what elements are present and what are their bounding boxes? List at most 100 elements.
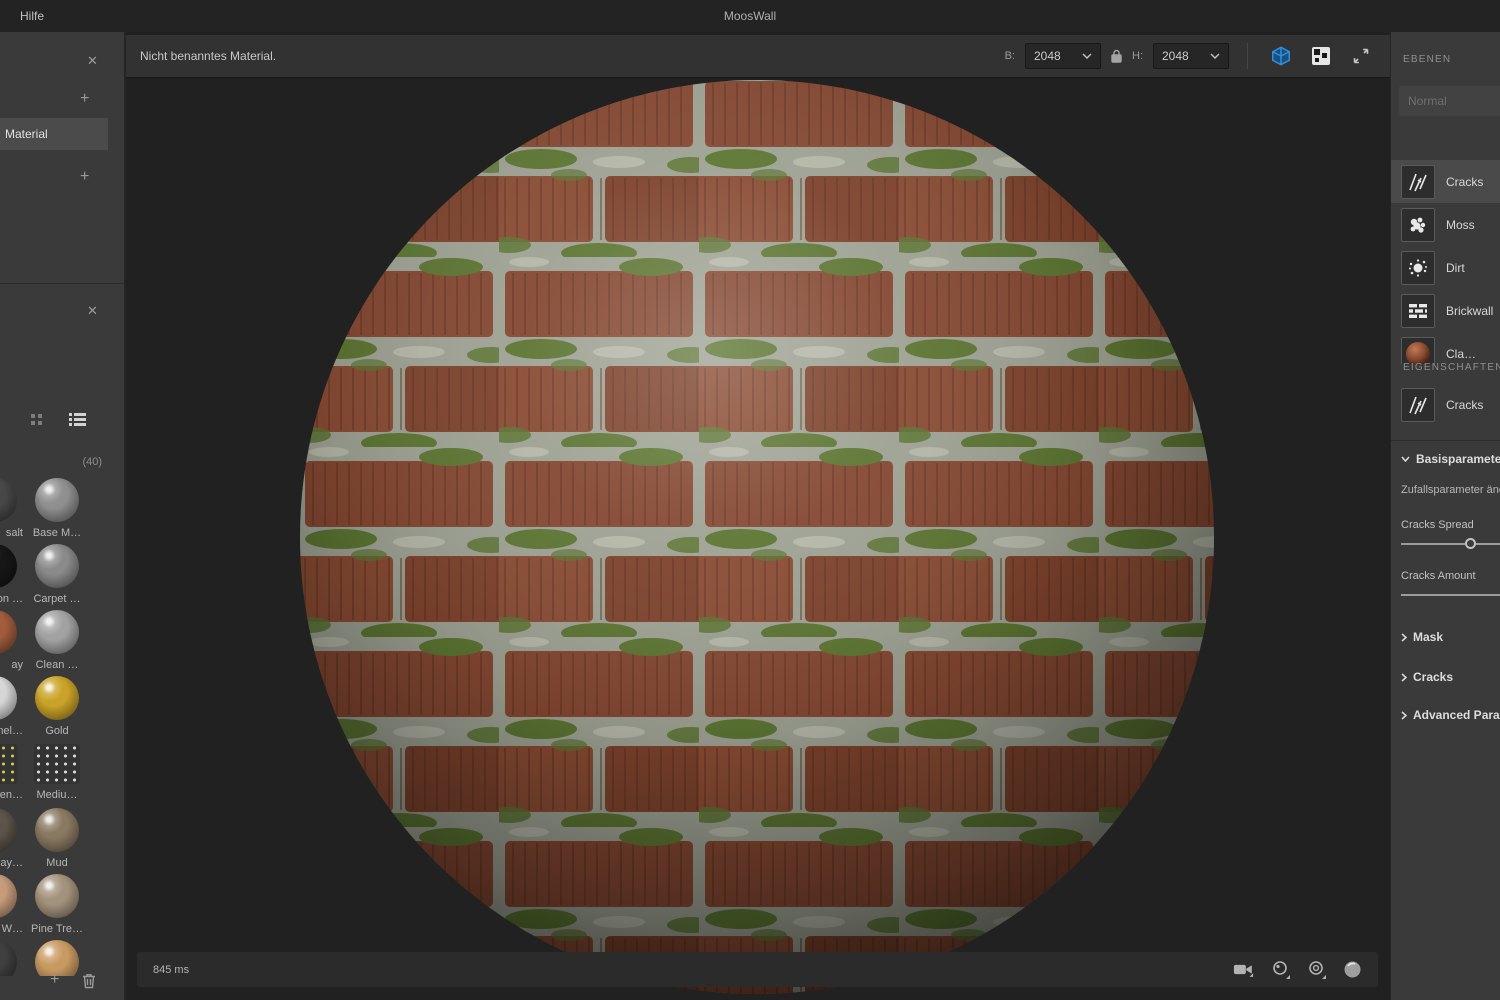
material-sphere-thumb [0,676,17,720]
material-sphere-thumb [0,544,17,588]
section-basisparameter[interactable]: Basisparameter [1401,452,1500,466]
chevron-right-icon [1401,673,1407,682]
lock-icon[interactable] [1111,49,1122,63]
add-material-icon[interactable]: + [50,972,59,988]
material-tile[interactable]: Mediu… [26,742,88,801]
material-tile[interactable]: Base M… [26,478,88,539]
layer-row-dirt[interactable]: Dirt [1391,246,1500,289]
viewport-toolbar: Nicht benanntes Material. B: 2048 H: 204… [126,35,1390,78]
render-sphere-icon[interactable] [1343,960,1362,979]
view-3d-cube-icon[interactable] [1266,41,1296,71]
sidebar-item-label: Material [5,127,48,141]
width-select[interactable]: 2048 [1025,43,1101,69]
material-library-grid: salt Base M… on … Carpet … ay [0,476,125,976]
material-tile[interactable]: nel… [0,676,26,737]
fullscreen-expand-icon[interactable] [1346,41,1376,71]
section-advanced-parameters[interactable]: Advanced Param [1401,708,1500,722]
layer-row-clay[interactable]: Cla… [1391,332,1500,364]
material-tile[interactable]: en… [0,742,26,801]
panel-divider [0,283,125,284]
layers-header: EBENEN [1403,54,1451,65]
material-sphere-thumb [0,874,17,918]
material-tile[interactable]: Carpet … [26,544,88,605]
brickwall-icon [1401,294,1435,328]
material-grid-row: salt Base M… [0,476,125,542]
list-view-icon[interactable] [69,412,86,426]
properties-header: EIGENSCHAFTEN [1403,362,1500,373]
add-icon[interactable]: + [80,169,89,185]
sidebar-item-material[interactable]: Material [0,118,108,150]
environment-icon[interactable] [1271,960,1291,980]
material-grid-row: en… Mediu… [0,740,125,806]
height-select[interactable]: 2048 [1153,43,1229,69]
material-tile[interactable]: Gold [26,676,88,737]
chevron-right-icon [1401,633,1407,642]
display-settings-icon[interactable] [1307,960,1327,980]
material-tile[interactable]: W… [0,874,26,935]
slider-track [1401,543,1500,545]
menu-help[interactable]: Hilfe [0,9,64,23]
material-grid-row: W… Pine Tre… [0,872,125,938]
add-icon[interactable]: + [80,91,89,107]
blend-mode-select[interactable]: Normal [1399,86,1500,116]
window-title: MoosWall [724,9,776,23]
chevron-down-icon [1401,456,1410,462]
material-tile[interactable]: Mud [26,808,88,869]
dirt-icon [1401,251,1435,285]
material-sphere-thumb [35,874,79,918]
3d-viewport[interactable]: Nicht benanntes Material. B: 2048 H: 204… [126,32,1390,1000]
slider-track [1401,594,1500,596]
clay-sphere-thumb [1401,337,1435,365]
material-tile[interactable]: ay [0,610,26,671]
material-sphere-thumb [0,610,17,654]
material-sphere-thumb [0,808,17,852]
material-tile[interactable]: on … [0,544,26,605]
material-grid-row: ay… Mud [0,806,125,872]
app-menu-bar: Hilfe MoosWall [0,0,1500,32]
view-2d-texture-icon[interactable] [1306,41,1336,71]
material-sphere-thumb [35,610,79,654]
grid-view-icon[interactable] [30,413,43,426]
moss-icon [1401,208,1435,242]
material-speckle-thumb [0,744,18,784]
viewport-status-bar: 845 ms [137,952,1378,987]
close-icon[interactable]: ✕ [87,54,98,67]
left-sidebar: ✕ + Material + ✕ (40) salt Base M… [0,32,125,1000]
cracks-spread-slider[interactable] [1401,537,1500,551]
render-time: 845 ms [153,964,189,976]
material-sphere-thumb [0,478,17,522]
panel-divider [1391,440,1500,441]
layer-row-moss[interactable]: Moss [1391,203,1500,246]
slider-label-cracks-amount: Cracks Amount [1401,570,1476,582]
material-sphere-thumb [35,676,79,720]
section-mask[interactable]: Mask [1401,630,1443,644]
material-grid-row: ay Clean … [0,608,125,674]
material-tile[interactable]: ay… [0,808,26,869]
material-tile[interactable]: salt [0,478,26,539]
camera-icon[interactable] [1233,961,1255,978]
randomize-parameters-link[interactable]: Zufallsparameter ände [1401,484,1500,496]
layer-list: Cracks Moss Dirt Brickwall Cla… [1391,160,1500,364]
material-sphere-thumb [35,808,79,852]
material-title: Nicht benanntes Material. [140,49,276,63]
material-tile[interactable]: Pine Tre… [26,874,88,935]
chevron-down-icon [1210,53,1220,59]
material-preview-sphere[interactable] [299,79,1215,995]
layer-row-brickwall[interactable]: Brickwall [1391,289,1500,332]
material-tile[interactable]: Clean … [26,610,88,671]
close-icon[interactable]: ✕ [87,304,98,317]
toolbar-divider [1247,43,1248,69]
layer-row-cracks[interactable]: Cracks [1391,160,1500,203]
width-label: B: [1005,50,1015,62]
height-label: H: [1132,50,1143,62]
cracks-icon [1401,165,1435,199]
chevron-right-icon [1401,711,1407,720]
trash-icon[interactable] [82,973,96,989]
cracks-amount-slider[interactable] [1401,588,1500,602]
cracks-icon [1401,388,1435,422]
slider-handle[interactable] [1465,538,1476,549]
section-cracks[interactable]: Cracks [1401,670,1453,684]
material-grid-row: nel… Gold [0,674,125,740]
material-count-badge: (40) [82,456,102,468]
material-sphere-thumb [35,544,79,588]
